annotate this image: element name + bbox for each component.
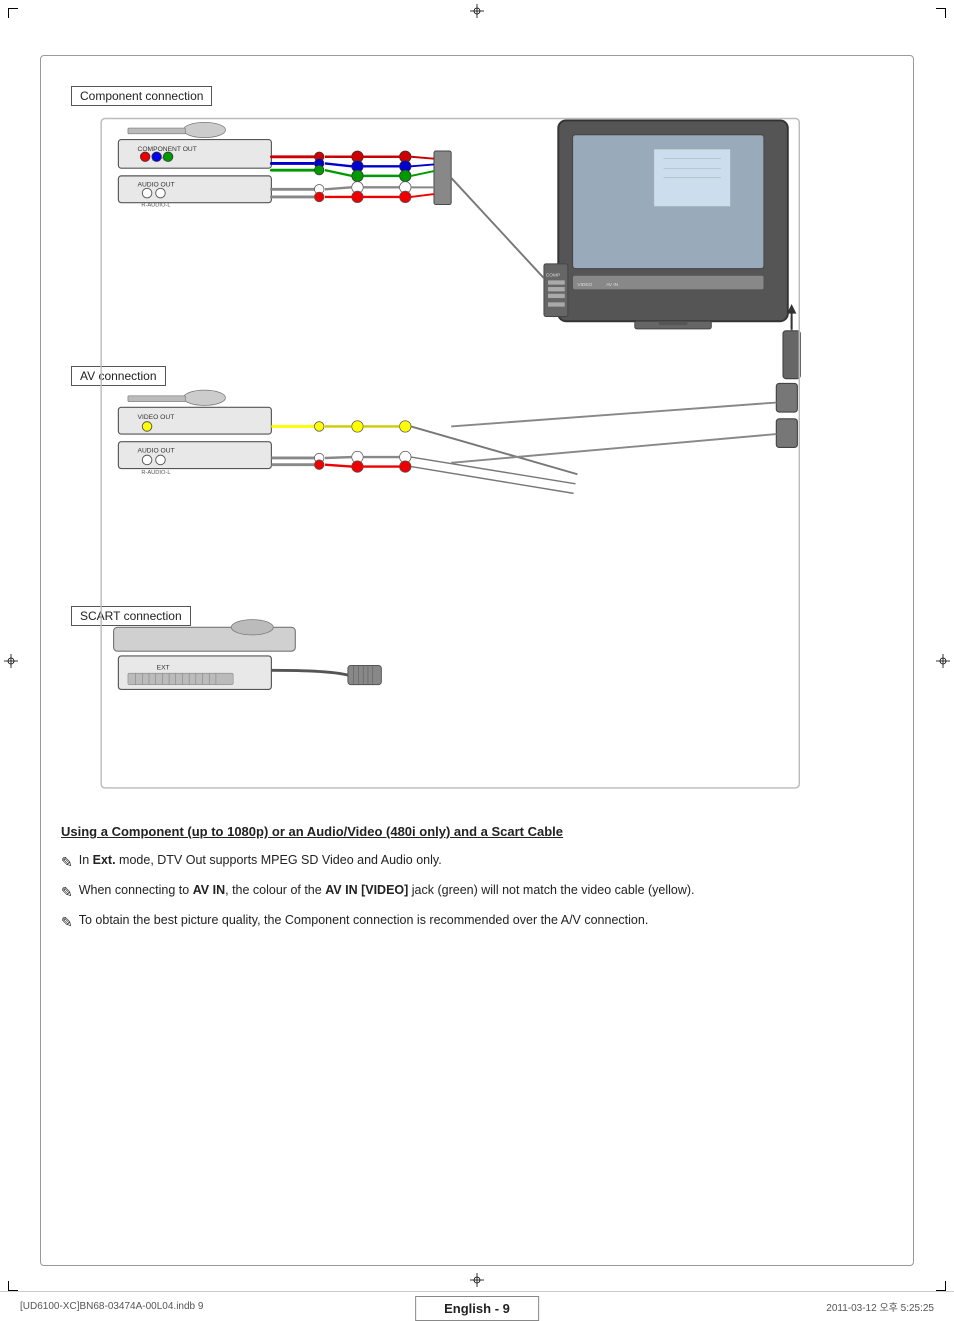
tv-side-connectors xyxy=(451,316,800,462)
diagram-area: Component connection AV connection SCART… xyxy=(61,76,893,796)
page-number-label: English - 9 xyxy=(415,1296,539,1321)
crosshair-right xyxy=(936,654,950,668)
footer-right-text: 2011-03-12 오후 5:25:25 xyxy=(826,1299,934,1314)
svg-text:VIDEO: VIDEO xyxy=(577,282,592,288)
connection-diagram-svg: COMPONENT OUT Pr Pb Y AUDIO OUT R-AUDIO-… xyxy=(61,76,893,796)
note-item-3: ✎ To obtain the best picture quality, th… xyxy=(61,911,893,933)
dvd-player-component: COMPONENT OUT Pr Pb Y AUDIO OUT R-AUDIO-… xyxy=(118,122,271,208)
svg-text:R-AUDIO-L: R-AUDIO-L xyxy=(141,202,170,208)
crosshair-top xyxy=(470,4,484,18)
note-icon-3: ✎ xyxy=(61,912,73,933)
note-icon-1: ✎ xyxy=(61,852,73,873)
corner-mark-bl xyxy=(8,1281,18,1291)
svg-text:R-AUDIO-L: R-AUDIO-L xyxy=(141,470,170,476)
svg-text:EXT: EXT xyxy=(157,664,170,671)
svg-text:AUDIO OUT: AUDIO OUT xyxy=(138,447,175,454)
svg-text:AUDIO OUT: AUDIO OUT xyxy=(138,181,175,188)
footer-left-text: [UD6100-XC]BN68-03474A-00L04.indb 9 xyxy=(20,1301,203,1312)
note-text-3: To obtain the best picture quality, the … xyxy=(79,911,893,930)
main-content-box: Component connection AV connection SCART… xyxy=(40,55,914,1266)
notes-section: Using a Component (up to 1080p) or an Au… xyxy=(61,812,893,933)
note-item-1: ✎ In Ext. mode, DTV Out supports MPEG SD… xyxy=(61,851,893,873)
svg-text:COMP: COMP xyxy=(546,272,560,278)
crosshair-bottom xyxy=(470,1273,484,1287)
note-icon-2: ✎ xyxy=(61,882,73,903)
note-item-2: ✎ When connecting to AV IN, the colour o… xyxy=(61,881,893,903)
page-number-section: English - 9 xyxy=(415,1301,539,1316)
tv-display: COMP VIDEO AV IN xyxy=(544,120,788,328)
av-connection-section: VIDEO OUT AUDIO OUT R-AUDIO-L xyxy=(118,390,411,476)
corner-mark-br xyxy=(936,1281,946,1291)
svg-text:VIDEO OUT: VIDEO OUT xyxy=(138,414,175,421)
scart-connection-section: EXT xyxy=(114,620,382,690)
note-text-1: In Ext. mode, DTV Out supports MPEG SD V… xyxy=(79,851,893,870)
corner-mark-tr xyxy=(936,8,946,18)
crosshair-left xyxy=(4,654,18,668)
notes-title: Using a Component (up to 1080p) or an Au… xyxy=(61,824,893,839)
note-text-2: When connecting to AV IN, the colour of … xyxy=(79,881,893,900)
corner-mark-tl xyxy=(8,8,18,18)
svg-text:AV IN: AV IN xyxy=(606,282,619,288)
